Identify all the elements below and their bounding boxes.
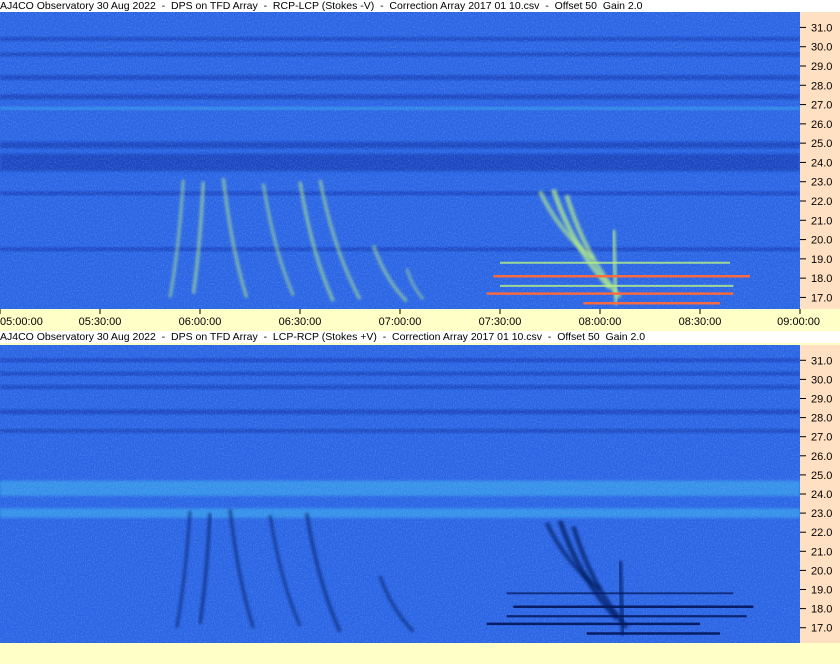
time-tick-label: 09:00:00 — [777, 316, 820, 328]
frequency-tick-label: 26.0 — [811, 451, 832, 463]
frequency-tick-label: 27.0 — [811, 100, 832, 112]
top-spectrogram — [0, 12, 800, 309]
frequency-tick-label: 29.0 — [811, 61, 832, 73]
time-tick-label: 07:30:00 — [479, 316, 522, 328]
frequency-tick-label: 18.0 — [811, 273, 832, 285]
time-axis: 05:00:00 05:30:00 06:00:00 06:30:00 07:00:00… — [0, 309, 840, 329]
frequency-tick-label: 19.0 — [811, 585, 832, 597]
noise-texture — [0, 345, 800, 643]
bottom-frequency-axis: 31.0 30.0 29.0 28.0 27.0 26.0 25.0 24.0 23.0 22.0… — [800, 345, 840, 643]
time-tick-label: 05:30:00 — [79, 316, 122, 328]
time-tick-label: 05:00:00 — [0, 316, 43, 328]
frequency-tick-label: 25.0 — [811, 138, 832, 150]
frequency-tick-label: 24.0 — [811, 157, 832, 169]
frequency-tick-label: 17.0 — [811, 623, 832, 635]
frequency-tick-label: 31.0 — [811, 22, 832, 34]
frequency-tick-label: 20.0 — [811, 565, 832, 577]
frequency-tick-label: 25.0 — [811, 470, 832, 482]
frequency-tick-label: 28.0 — [811, 413, 832, 425]
frequency-tick-label: 27.0 — [811, 432, 832, 444]
time-tick-label: 08:30:00 — [679, 316, 722, 328]
time-tick-label: 07:00:00 — [379, 316, 422, 328]
frequency-tick-label: 21.0 — [811, 215, 832, 227]
top-panel-title: AJ4CO Observatory 30 Aug 2022 - DPS on T… — [0, 0, 840, 12]
bottom-panel-title: AJ4CO Observatory 30 Aug 2022 - DPS on T… — [0, 331, 840, 343]
frequency-tick-label: 22.0 — [811, 527, 832, 539]
bottom-time-axis — [0, 643, 840, 664]
frequency-tick-label: 30.0 — [811, 42, 832, 54]
frequency-tick-label: 28.0 — [811, 80, 832, 92]
time-tick-label: 06:00:00 — [179, 316, 222, 328]
noise-texture — [0, 12, 800, 309]
frequency-tick-label: 19.0 — [811, 254, 832, 266]
frequency-tick-label: 30.0 — [811, 374, 832, 386]
frequency-tick-label: 20.0 — [811, 235, 832, 247]
top-frequency-axis: 31.0 30.0 29.0 28.0 27.0 26.0 25.0 24.0 23.0 22.0… — [800, 12, 840, 309]
frequency-tick-label: 17.0 — [811, 292, 832, 304]
frequency-tick-label: 24.0 — [811, 489, 832, 501]
frequency-tick-label: 21.0 — [811, 546, 832, 558]
frequency-tick-label: 18.0 — [811, 604, 832, 616]
frequency-tick-label: 29.0 — [811, 393, 832, 405]
frequency-tick-label: 23.0 — [811, 508, 832, 520]
frequency-tick-label: 23.0 — [811, 177, 832, 189]
frequency-tick-label: 22.0 — [811, 196, 832, 208]
time-tick-label: 06:30:00 — [279, 316, 322, 328]
time-tick-label: 08:00:00 — [579, 316, 622, 328]
bottom-spectrogram — [0, 345, 800, 643]
frequency-tick-label: 31.0 — [811, 355, 832, 367]
frequency-tick-label: 26.0 — [811, 119, 832, 131]
